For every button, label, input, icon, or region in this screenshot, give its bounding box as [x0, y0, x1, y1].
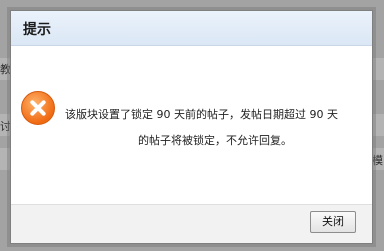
dialog-footer: 关闭	[11, 204, 372, 243]
alert-dialog: 提示 该版块设置了锁定 90 天前的帖子，发帖日期超过 90 天 的帖子将被锁定…	[10, 10, 373, 244]
background-text: 模	[372, 154, 383, 167]
message-line-1: 该版块设置了锁定 90 天前的帖子，发帖日期超过 90 天	[65, 108, 338, 121]
dialog-titlebar: 提示	[11, 11, 372, 46]
dialog-title: 提示	[23, 22, 51, 38]
dialog-body: 该版块设置了锁定 90 天前的帖子，发帖日期超过 90 天 的帖子将被锁定，不允…	[11, 46, 372, 204]
close-button[interactable]: 关闭	[310, 211, 356, 233]
dialog-message: 该版块设置了锁定 90 天前的帖子，发帖日期超过 90 天 的帖子将被锁定，不允…	[65, 102, 365, 154]
error-icon	[21, 91, 55, 125]
message-line-2: 的帖子将被锁定，不允许回复。	[138, 134, 292, 147]
